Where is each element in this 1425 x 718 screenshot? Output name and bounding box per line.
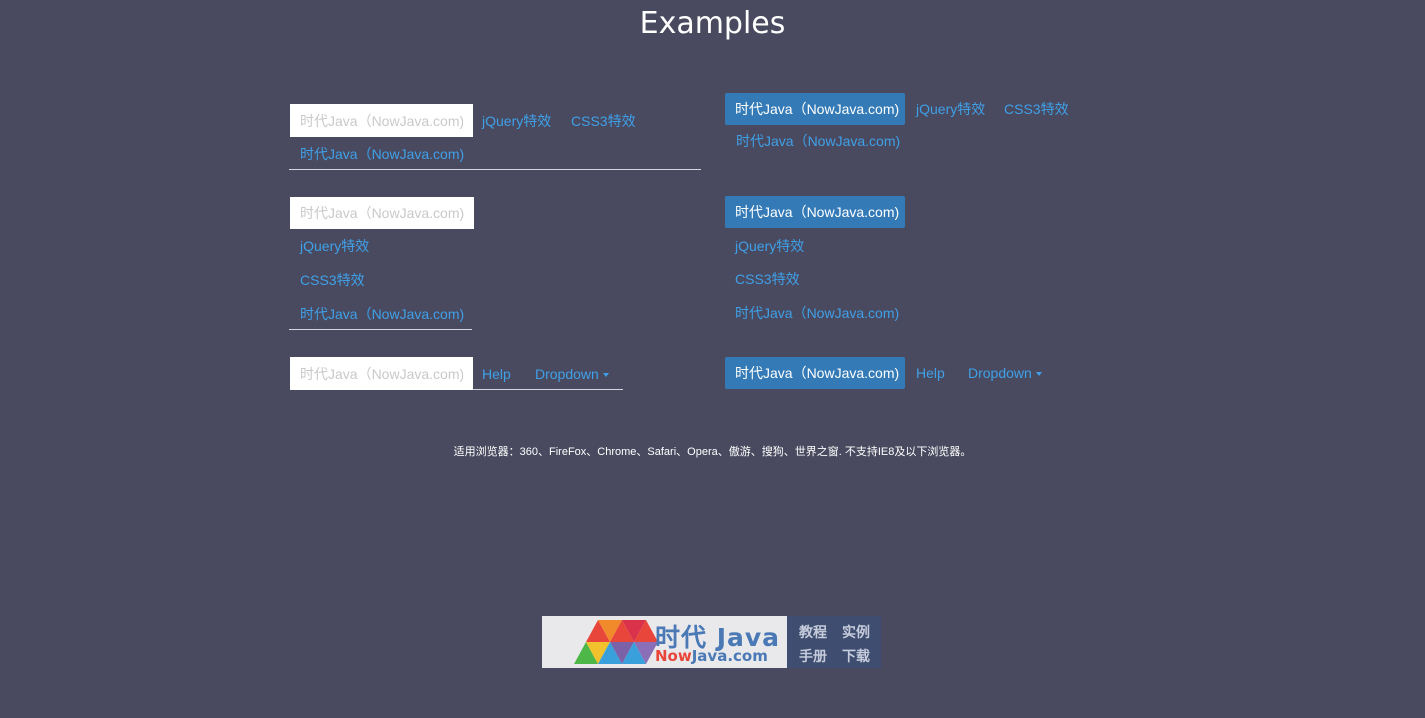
nav-link-css3[interactable]: CSS3特效 — [300, 270, 365, 290]
dropdown-label: Dropdown — [968, 365, 1032, 381]
nav-link-nowjava[interactable]: 时代Java（NowJava.com) — [300, 304, 464, 324]
nav-link-jquery[interactable]: jQuery特效 — [482, 111, 551, 131]
logo-name-en-accent: Now — [655, 647, 692, 665]
logo-tag-tutorial: 教程 — [799, 624, 827, 640]
dropdown-toggle[interactable]: Dropdown — [535, 364, 609, 384]
logo-tag-manual: 手册 — [799, 648, 827, 664]
nav-link-jquery[interactable]: jQuery特效 — [916, 99, 985, 119]
page-title: Examples — [639, 6, 786, 41]
help-link[interactable]: Help — [916, 363, 945, 383]
search-input[interactable] — [290, 104, 473, 137]
search-input[interactable] — [290, 357, 473, 390]
site-logo[interactable]: 时代 Java NowJava.com 教程 实例 手册 下载 — [542, 616, 881, 668]
dropdown-toggle[interactable]: Dropdown — [968, 363, 1042, 383]
nav-link-nowjava[interactable]: 时代Java（NowJava.com) — [735, 303, 899, 323]
dropdown-label: Dropdown — [535, 366, 599, 382]
logo-name-en-rest: Java.com — [691, 647, 768, 665]
triangle-mosaic-icon — [574, 620, 658, 664]
brand-button[interactable]: 时代Java（NowJava.com) — [725, 357, 905, 389]
nav-link-jquery[interactable]: jQuery特效 — [735, 236, 804, 256]
nav-underline — [289, 329, 472, 330]
caret-down-icon — [1035, 372, 1042, 377]
nav-link-css3[interactable]: CSS3特效 — [1004, 99, 1069, 119]
nav-link-css3[interactable]: CSS3特效 — [571, 111, 636, 131]
logo-panel: 时代 Java NowJava.com — [542, 616, 787, 668]
nav-underline — [289, 169, 701, 170]
nav-link-jquery[interactable]: jQuery特效 — [300, 236, 369, 256]
logo-tags-panel: 教程 实例 手册 下载 — [787, 616, 881, 668]
logo-name-en: NowJava.com — [655, 647, 768, 665]
nav-link-css3[interactable]: CSS3特效 — [735, 269, 800, 289]
brand-button[interactable]: 时代Java（NowJava.com) — [725, 93, 905, 125]
nav-underline — [473, 389, 623, 390]
logo-tag-download: 下载 — [842, 648, 870, 664]
nav-link-nowjava[interactable]: 时代Java（NowJava.com) — [300, 144, 464, 164]
logo-tag-examples: 实例 — [842, 624, 870, 640]
search-input[interactable] — [290, 197, 474, 229]
brand-button[interactable]: 时代Java（NowJava.com) — [725, 196, 905, 228]
nav-link-nowjava[interactable]: 时代Java（NowJava.com) — [736, 131, 900, 151]
help-link[interactable]: Help — [482, 364, 511, 384]
browser-support-note: 适用浏览器：360、FireFox、Chrome、Safari、Opera、傲游… — [453, 446, 972, 458]
caret-down-icon — [602, 373, 609, 378]
